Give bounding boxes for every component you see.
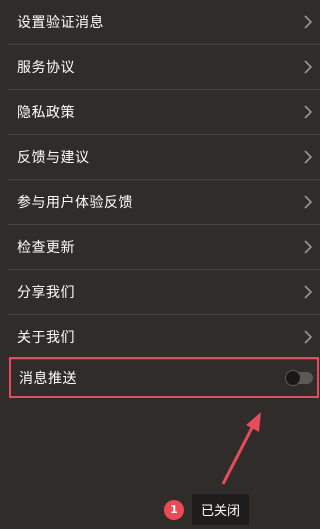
chevron-right-icon <box>304 105 313 119</box>
toast-message: 已关闭 <box>192 494 250 525</box>
settings-list: 设置验证消息 服务协议 隐私政策 反馈与建议 参与用户体验反馈 检查更新 分享我… <box>0 0 320 360</box>
settings-item-label: 参与用户体验反馈 <box>17 195 133 211</box>
settings-item-label: 隐私政策 <box>17 105 75 121</box>
settings-item-privacy-policy[interactable]: 隐私政策 <box>0 90 320 134</box>
settings-item-label: 设置验证消息 <box>17 15 104 31</box>
annotation-arrow-icon <box>221 412 261 485</box>
settings-item-label: 分享我们 <box>17 285 75 301</box>
toggle-knob <box>285 369 301 386</box>
settings-item-about[interactable]: 关于我们 <box>0 315 320 359</box>
chevron-right-icon <box>304 285 313 299</box>
message-push-label: 消息推送 <box>19 370 77 387</box>
settings-item-feedback[interactable]: 反馈与建议 <box>0 135 320 179</box>
toast-area: 1 已关闭 <box>164 494 250 525</box>
settings-item-label: 关于我们 <box>17 330 75 346</box>
chevron-right-icon <box>304 330 313 344</box>
message-push-toggle[interactable] <box>285 369 313 386</box>
settings-item-service-agreement[interactable]: 服务协议 <box>0 45 320 89</box>
chevron-right-icon <box>304 150 313 164</box>
chevron-right-icon <box>304 60 313 74</box>
step-badge: 1 <box>164 499 184 520</box>
settings-item-check-update[interactable]: 检查更新 <box>0 225 320 269</box>
settings-item-share[interactable]: 分享我们 <box>0 270 320 314</box>
chevron-right-icon <box>304 195 313 209</box>
settings-item-label: 检查更新 <box>17 240 75 256</box>
settings-item-user-experience[interactable]: 参与用户体验反馈 <box>0 180 320 224</box>
settings-item-verification-message[interactable]: 设置验证消息 <box>0 0 320 44</box>
settings-item-label: 服务协议 <box>17 60 75 76</box>
settings-item-label: 反馈与建议 <box>17 150 90 166</box>
chevron-right-icon <box>304 240 313 254</box>
chevron-right-icon <box>304 15 313 29</box>
settings-item-message-push[interactable]: 消息推送 <box>9 357 319 398</box>
